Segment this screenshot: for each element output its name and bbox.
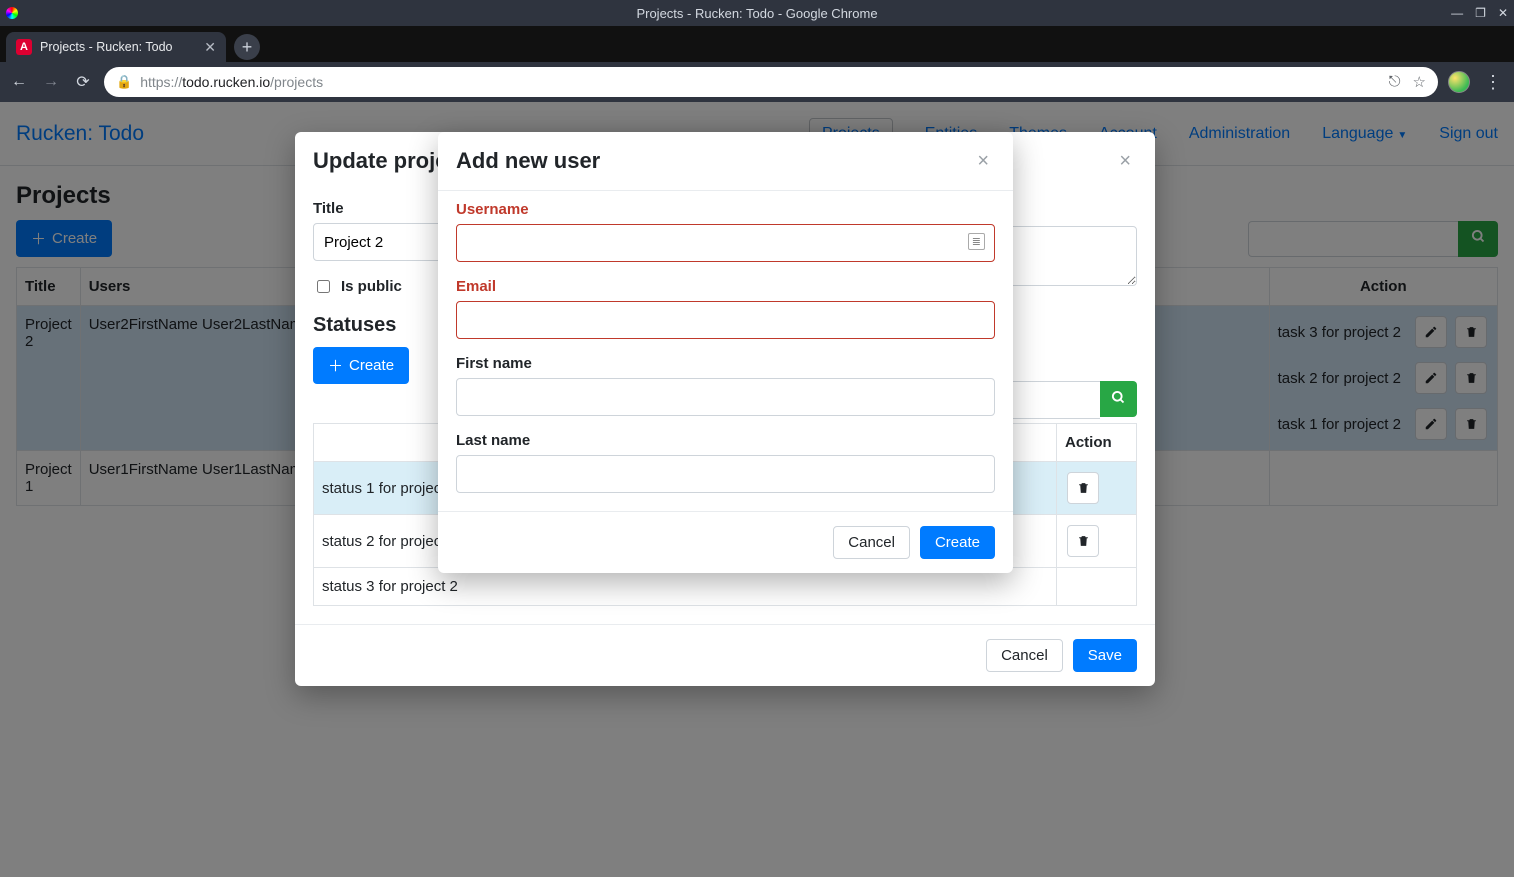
delete-status-button[interactable] bbox=[1067, 472, 1099, 504]
chrome-app-icon bbox=[6, 7, 18, 19]
is-public-checkbox[interactable] bbox=[317, 280, 330, 293]
username-input[interactable] bbox=[456, 224, 995, 262]
profile-avatar[interactable] bbox=[1448, 71, 1470, 93]
omnibox[interactable]: 🔒 https://todo.rucken.io/projects ⎋ ☆ bbox=[104, 67, 1438, 97]
autofill-icon[interactable]: ≣ bbox=[968, 233, 985, 250]
window-minimize-icon[interactable]: — bbox=[1451, 6, 1463, 20]
first-name-label: First name bbox=[456, 355, 995, 372]
tab-title: Projects - Rucken: Todo bbox=[40, 40, 172, 54]
last-name-input[interactable] bbox=[456, 455, 995, 493]
email-input[interactable] bbox=[456, 301, 995, 339]
os-window-title: Projects - Rucken: Todo - Google Chrome bbox=[636, 6, 877, 21]
cancel-button[interactable]: Cancel bbox=[833, 526, 910, 559]
window-close-icon[interactable]: ✕ bbox=[1498, 6, 1508, 20]
url-text: https://todo.rucken.io/projects bbox=[140, 74, 323, 90]
bookmark-star-icon[interactable]: ☆ bbox=[1413, 73, 1426, 91]
status-title: status 3 for project 2 bbox=[314, 568, 1057, 606]
forward-icon: → bbox=[40, 73, 62, 91]
window-maximize-icon[interactable]: ❐ bbox=[1475, 6, 1486, 20]
modal-title: Add new user bbox=[456, 148, 600, 174]
browser-tab[interactable]: A Projects - Rucken: Todo ✕ bbox=[6, 32, 226, 62]
chrome-menu-icon[interactable]: ⋮ bbox=[1480, 72, 1506, 93]
add-user-modal: Add new user × Username ≣ Email First na… bbox=[438, 132, 1013, 573]
status-search-button[interactable] bbox=[1100, 381, 1137, 417]
translate-icon[interactable]: ⎋ bbox=[1389, 73, 1401, 91]
save-button[interactable]: Save bbox=[1073, 639, 1137, 672]
first-name-input[interactable] bbox=[456, 378, 995, 416]
create-status-button[interactable]: ＋ Create bbox=[313, 347, 409, 384]
last-name-label: Last name bbox=[456, 432, 995, 449]
os-titlebar: Projects - Rucken: Todo - Google Chrome … bbox=[0, 0, 1514, 26]
tab-close-icon[interactable]: ✕ bbox=[204, 39, 216, 56]
close-icon[interactable]: × bbox=[971, 149, 995, 174]
is-public-label: Is public bbox=[341, 278, 402, 295]
lock-icon: 🔒 bbox=[116, 74, 132, 90]
browser-toolbar: ← → ⟳ 🔒 https://todo.rucken.io/projects … bbox=[0, 62, 1514, 102]
status-row[interactable]: status 3 for project 2 bbox=[314, 568, 1137, 606]
delete-status-button[interactable] bbox=[1067, 525, 1099, 557]
email-label: Email bbox=[456, 278, 995, 295]
status-col-action: Action bbox=[1057, 424, 1137, 462]
cancel-button[interactable]: Cancel bbox=[986, 639, 1063, 672]
angular-favicon-icon: A bbox=[16, 39, 32, 55]
plus-icon: ＋ bbox=[328, 355, 343, 376]
username-label: Username bbox=[456, 201, 995, 218]
new-tab-button[interactable]: + bbox=[234, 34, 260, 60]
back-icon[interactable]: ← bbox=[8, 73, 30, 91]
browser-tabstrip: A Projects - Rucken: Todo ✕ + bbox=[0, 26, 1514, 62]
reload-icon[interactable]: ⟳ bbox=[72, 72, 94, 92]
create-button[interactable]: Create bbox=[920, 526, 995, 559]
close-icon[interactable]: × bbox=[1113, 149, 1137, 174]
search-icon bbox=[1111, 390, 1126, 409]
